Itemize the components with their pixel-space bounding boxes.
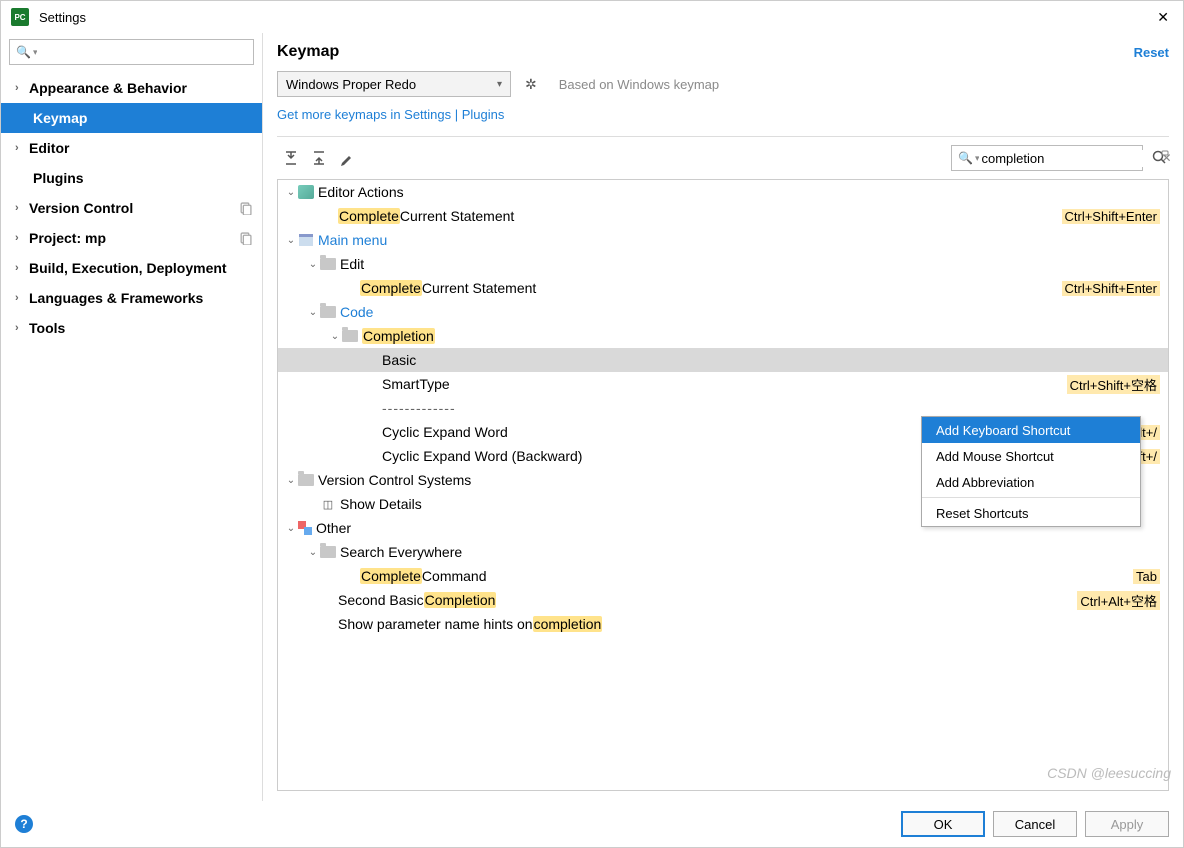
ctx-add-mouse[interactable]: Add Mouse Shortcut	[922, 443, 1140, 469]
sidebar-search-input[interactable]	[37, 44, 247, 61]
help-button[interactable]: ?	[15, 815, 33, 833]
sidebar-item-lang[interactable]: ›Languages & Frameworks	[1, 283, 262, 313]
actions-icon	[298, 185, 314, 199]
sidebar-item-project[interactable]: ›Project: mp	[1, 223, 262, 253]
nav-tree: ›Appearance & Behavior Keymap ›Editor Pl…	[1, 71, 262, 801]
based-on-label: Based on Windows keymap	[559, 77, 719, 92]
get-more-keymaps-link[interactable]: Get more keymaps in Settings | Plugins	[277, 107, 1169, 122]
sidebar-item-build[interactable]: ›Build, Execution, Deployment	[1, 253, 262, 283]
main-panel: Keymap Reset Windows Proper Redo ▾ ✲ Bas…	[263, 33, 1183, 801]
folder-icon	[320, 546, 336, 558]
app-icon: PC	[11, 8, 29, 26]
sidebar-item-plugins[interactable]: Plugins	[1, 163, 262, 193]
tree-item-complete-statement-2[interactable]: Complete Current StatementCtrl+Shift+Ent…	[278, 276, 1168, 300]
page-title: Keymap	[277, 43, 1134, 61]
find-by-shortcut-icon[interactable]	[1151, 149, 1169, 167]
search-icon: 🔍	[16, 45, 31, 59]
sidebar-item-tools[interactable]: ›Tools	[1, 313, 262, 343]
shortcut-badge: Ctrl+Shift+Enter	[1062, 281, 1161, 296]
ctx-reset[interactable]: Reset Shortcuts	[922, 500, 1140, 526]
ctx-add-abbrev[interactable]: Add Abbreviation	[922, 469, 1140, 495]
tree-group-editor-actions[interactable]: ⌄Editor Actions	[278, 180, 1168, 204]
menu-icon	[298, 233, 314, 247]
folder-icon	[298, 474, 314, 486]
collapse-all-icon[interactable]	[311, 150, 327, 166]
shortcut-badge: Ctrl+Shift+Enter	[1062, 209, 1161, 224]
folder-icon	[342, 330, 358, 342]
window-title: Settings	[39, 10, 1153, 25]
other-icon	[298, 521, 312, 535]
tree-item-smarttype[interactable]: SmartTypeCtrl+Shift+空格	[278, 372, 1168, 396]
chevron-down-icon: ▾	[497, 79, 502, 90]
sidebar-item-editor[interactable]: ›Editor	[1, 133, 262, 163]
folder-icon	[320, 258, 336, 270]
tree-group-search-everywhere[interactable]: ⌄Search Everywhere	[278, 540, 1168, 564]
ok-button[interactable]: OK	[901, 811, 985, 837]
action-search-input[interactable]	[979, 150, 1159, 167]
tree-item-second-basic[interactable]: Second Basic CompletionCtrl+Alt+空格	[278, 588, 1168, 612]
cancel-button[interactable]: Cancel	[993, 811, 1077, 837]
tree-group-main-menu[interactable]: ⌄Main menu	[278, 228, 1168, 252]
action-search[interactable]: 🔍▾ ✕	[951, 145, 1143, 171]
tree-item-complete-command[interactable]: Complete CommandTab	[278, 564, 1168, 588]
tree-item-basic[interactable]: Basic	[278, 348, 1168, 372]
reset-link[interactable]: Reset	[1134, 45, 1169, 60]
tree-group-edit[interactable]: ⌄Edit	[278, 252, 1168, 276]
ctx-add-keyboard[interactable]: Add Keyboard Shortcut	[922, 417, 1140, 443]
folder-icon	[320, 306, 336, 318]
context-menu: Add Keyboard Shortcut Add Mouse Shortcut…	[921, 416, 1141, 527]
scheme-icon	[239, 232, 252, 245]
apply-button[interactable]: Apply	[1085, 811, 1169, 837]
gear-icon[interactable]: ✲	[523, 74, 539, 95]
sidebar-item-keymap[interactable]: Keymap	[1, 103, 262, 133]
edit-icon[interactable]	[339, 150, 355, 166]
titlebar: PC Settings ✕	[1, 1, 1183, 33]
shortcut-badge: Tab	[1133, 569, 1160, 584]
keymap-dropdown[interactable]: Windows Proper Redo ▾	[277, 71, 511, 97]
sidebar-item-vcs[interactable]: ›Version Control	[1, 193, 262, 223]
tree-group-code[interactable]: ⌄Code	[278, 300, 1168, 324]
ctx-separator	[922, 497, 1140, 498]
tree-toolbar: 🔍▾ ✕	[277, 143, 1169, 179]
tree-group-completion[interactable]: ⌄Completion	[278, 324, 1168, 348]
scheme-icon	[239, 202, 252, 215]
bottom-bar: ? OK Cancel Apply	[1, 801, 1183, 847]
tree-item-complete-statement[interactable]: Complete Current StatementCtrl+Shift+Ent…	[278, 204, 1168, 228]
shortcut-badge: Ctrl+Alt+空格	[1077, 591, 1160, 610]
expand-all-icon[interactable]	[283, 150, 299, 166]
tree-item-show-param[interactable]: Show parameter name hints on completion	[278, 612, 1168, 636]
sidebar-search[interactable]: 🔍▾	[9, 39, 254, 65]
details-icon: ◫	[320, 497, 336, 511]
close-button[interactable]: ✕	[1153, 5, 1173, 30]
shortcut-badge: Ctrl+Shift+空格	[1067, 375, 1160, 394]
search-icon: 🔍	[958, 151, 973, 165]
sidebar-item-appearance[interactable]: ›Appearance & Behavior	[1, 73, 262, 103]
separator	[277, 136, 1169, 137]
keymap-value: Windows Proper Redo	[286, 77, 416, 92]
settings-sidebar: 🔍▾ ›Appearance & Behavior Keymap ›Editor…	[1, 33, 263, 801]
